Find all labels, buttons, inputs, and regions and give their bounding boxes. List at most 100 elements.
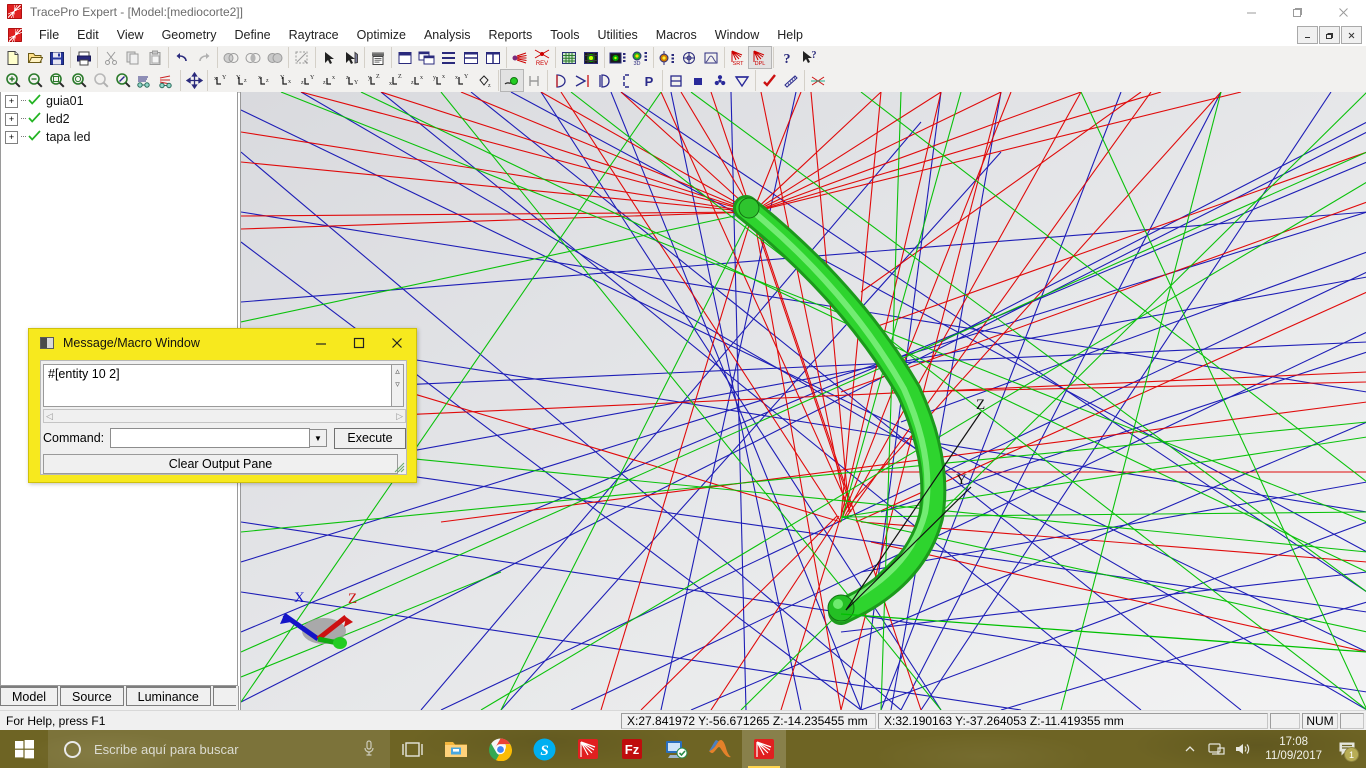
- srt-icon[interactable]: SRT: [727, 47, 749, 68]
- select-arrow-icon[interactable]: [318, 47, 340, 68]
- taskbar-file-explorer[interactable]: [434, 730, 478, 768]
- view-xz2-icon[interactable]: xZ: [386, 70, 408, 91]
- output-horizontal-scrollbar[interactable]: ◁ ▷: [43, 409, 406, 423]
- zoom-previous-icon[interactable]: [90, 70, 112, 91]
- view-yx-icon[interactable]: Yx: [276, 70, 298, 91]
- view-yx2-icon[interactable]: yx: [430, 70, 452, 91]
- menu-reports[interactable]: Reports: [480, 25, 542, 45]
- view-zy2-icon[interactable]: zY: [342, 70, 364, 91]
- cortana-icon[interactable]: [64, 740, 81, 758]
- pan-icon[interactable]: [183, 70, 205, 91]
- expander-icon[interactable]: +: [5, 112, 18, 126]
- raytrace-icon[interactable]: [509, 47, 531, 68]
- menu-utilities[interactable]: Utilities: [588, 25, 646, 45]
- open-file-icon[interactable]: [24, 47, 46, 68]
- zoom-all-icon[interactable]: [68, 70, 90, 91]
- view-zx2-icon[interactable]: zx: [408, 70, 430, 91]
- select-surface-icon[interactable]: [340, 47, 362, 68]
- filled-square-icon[interactable]: [687, 70, 709, 91]
- menu-view[interactable]: View: [108, 25, 153, 45]
- copy-icon[interactable]: [122, 47, 144, 68]
- menu-macros[interactable]: Macros: [647, 25, 706, 45]
- expander-icon[interactable]: +: [5, 130, 18, 144]
- chevron-up-icon[interactable]: [1177, 730, 1203, 768]
- view-zy-icon[interactable]: zY: [298, 70, 320, 91]
- help-icon[interactable]: ?: [776, 47, 798, 68]
- raytrace-reverse-icon[interactable]: REV: [531, 47, 553, 68]
- notification-icon[interactable]: 1: [1332, 730, 1362, 768]
- view-yz3-icon[interactable]: yZ: [364, 70, 386, 91]
- select-region-icon[interactable]: [291, 47, 313, 68]
- command-input[interactable]: [111, 429, 309, 447]
- search-box[interactable]: Escribe aquí para buscar: [48, 730, 390, 768]
- zoom-in-icon[interactable]: [2, 70, 24, 91]
- candela-plot-icon[interactable]: [607, 47, 629, 68]
- minimize-button[interactable]: [1228, 0, 1274, 24]
- menu-raytrace[interactable]: Raytrace: [280, 25, 348, 45]
- surface-source-icon[interactable]: [594, 70, 616, 91]
- maximize-button[interactable]: [1274, 0, 1320, 24]
- message-window-titlebar[interactable]: Message/Macro Window: [29, 329, 416, 356]
- apply-check-icon[interactable]: [758, 70, 780, 91]
- clear-output-pane-button[interactable]: Clear Output Pane: [43, 454, 398, 474]
- tab-model[interactable]: Model: [0, 686, 59, 706]
- view-xz-icon[interactable]: xz: [254, 70, 276, 91]
- fan-icon[interactable]: [709, 70, 731, 91]
- redo-icon[interactable]: [193, 47, 215, 68]
- scroll-left-icon[interactable]: ◁: [46, 411, 53, 422]
- new-file-icon[interactable]: [2, 47, 24, 68]
- taskbar-filezilla[interactable]: Fz: [610, 730, 654, 768]
- taskbar-google-chrome[interactable]: [478, 730, 522, 768]
- task-view-icon[interactable]: [390, 730, 434, 768]
- mdi-minimize-button[interactable]: [1297, 26, 1318, 44]
- view-zx-icon[interactable]: zx: [320, 70, 342, 91]
- ray-clip-icon[interactable]: [807, 70, 829, 91]
- new-window-icon[interactable]: [394, 47, 416, 68]
- mdi-close-button[interactable]: [1341, 26, 1362, 44]
- taskbar-clock[interactable]: 17:08 11/09/2017: [1255, 730, 1332, 768]
- menu-optimize[interactable]: Optimize: [348, 25, 415, 45]
- output-vertical-scrollbar[interactable]: ▵ ▿: [391, 364, 404, 407]
- network-icon[interactable]: [1203, 730, 1229, 768]
- start-button[interactable]: [0, 730, 48, 768]
- menu-help[interactable]: Help: [768, 25, 812, 45]
- message-macro-window[interactable]: Message/Macro Window #[entity 10 2] ▵ ▿ …: [28, 328, 417, 483]
- luminance-icon[interactable]: [656, 47, 678, 68]
- command-input-wrap[interactable]: [110, 428, 310, 448]
- undo-icon[interactable]: [171, 47, 193, 68]
- view-iso-icon[interactable]: z: [474, 70, 496, 91]
- split-view-icon[interactable]: [665, 70, 687, 91]
- irradiance-map-icon[interactable]: [580, 47, 602, 68]
- vertical-split-icon[interactable]: [482, 47, 504, 68]
- zoom-selection-icon[interactable]: [112, 70, 134, 91]
- resize-grip[interactable]: [393, 461, 405, 473]
- taskbar-tracepro-1[interactable]: [566, 730, 610, 768]
- message-close-button[interactable]: [378, 329, 416, 356]
- microphone-icon[interactable]: [362, 739, 376, 760]
- histogram-icon[interactable]: [700, 47, 722, 68]
- scroll-down-icon[interactable]: ▿: [395, 378, 400, 391]
- horizontal-split-icon[interactable]: [460, 47, 482, 68]
- cascade-icon[interactable]: [438, 47, 460, 68]
- volume-icon[interactable]: [1229, 730, 1255, 768]
- menu-analysis[interactable]: Analysis: [415, 25, 480, 45]
- taskbar-tracepro-active[interactable]: [742, 730, 786, 768]
- taskbar-matlab[interactable]: [698, 730, 742, 768]
- ruler-icon[interactable]: [780, 70, 802, 91]
- property-list-icon[interactable]: [367, 47, 389, 68]
- orientation-triad[interactable]: X Z: [266, 587, 376, 667]
- view-xy-icon[interactable]: xY: [210, 70, 232, 91]
- message-maximize-button[interactable]: [340, 329, 378, 356]
- mdi-restore-button[interactable]: [1319, 26, 1340, 44]
- tab-source[interactable]: Source: [60, 686, 124, 706]
- zoom-out-icon[interactable]: [24, 70, 46, 91]
- tree-item-led2[interactable]: + led2: [1, 110, 237, 128]
- boolean-intersect-icon[interactable]: [242, 47, 264, 68]
- paste-icon[interactable]: [144, 47, 166, 68]
- perspective-view-icon[interactable]: [134, 70, 156, 91]
- tab-luminance[interactable]: Luminance: [125, 686, 211, 706]
- menu-window[interactable]: Window: [706, 25, 768, 45]
- print-icon[interactable]: [73, 47, 95, 68]
- mdi-app-icon[interactable]: [8, 28, 22, 42]
- dpl-icon[interactable]: DPL: [748, 46, 772, 69]
